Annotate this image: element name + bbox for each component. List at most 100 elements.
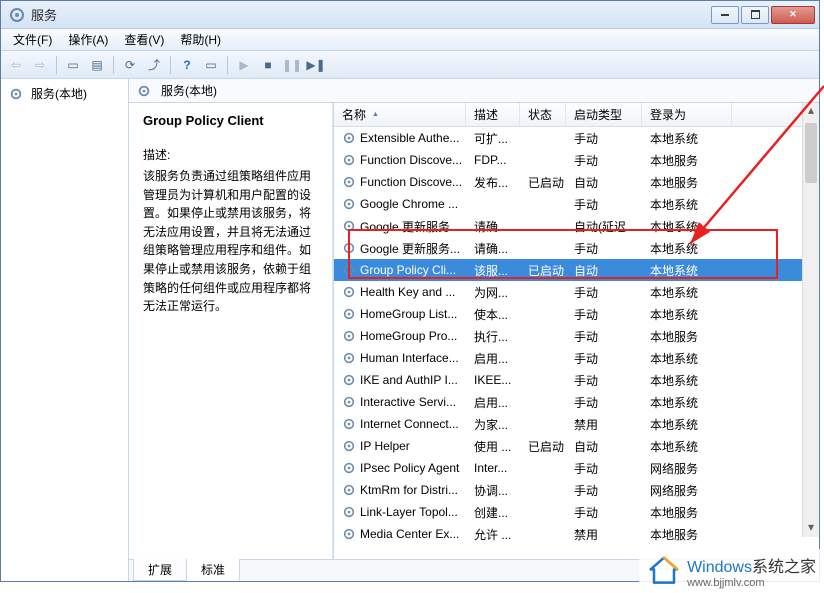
gear-icon: [342, 131, 356, 145]
table-row[interactable]: Function Discove...发布...已启动自动本地服务: [334, 171, 819, 193]
maximize-button[interactable]: [741, 6, 769, 24]
cell-desc: 请确...: [466, 218, 520, 235]
window-title: 服务: [31, 5, 711, 24]
cell-name: HomeGroup List...: [334, 307, 466, 321]
table-row[interactable]: IKE and AuthIP I...IKEE...手动本地系统: [334, 369, 819, 391]
restart-button[interactable]: ▶❚: [305, 54, 327, 76]
cell-desc: Inter...: [466, 461, 520, 475]
export-button[interactable]: ⤴: [143, 54, 165, 76]
table-row[interactable]: Function Discove...FDP...手动本地服务: [334, 149, 819, 171]
table-row[interactable]: IPsec Policy AgentInter...手动网络服务: [334, 457, 819, 479]
cell-desc: 启用...: [466, 394, 520, 411]
cell-startup: 禁用: [566, 526, 642, 543]
cell-desc: FDP...: [466, 153, 520, 167]
start-button[interactable]: ▶: [233, 54, 255, 76]
cell-name: Extensible Authe...: [334, 131, 466, 145]
tree-root[interactable]: 服务(本地): [5, 83, 124, 104]
vertical-scrollbar[interactable]: ▴ ▾: [802, 103, 819, 537]
pause-button[interactable]: ❚❚: [281, 54, 303, 76]
left-pane: 服务(本地): [1, 79, 129, 581]
col-desc[interactable]: 描述: [466, 103, 520, 126]
minimize-button[interactable]: [711, 6, 739, 24]
menu-file[interactable]: 文件(F): [5, 29, 60, 50]
cell-desc: 使本...: [466, 306, 520, 323]
table-row[interactable]: HomeGroup List...使本...手动本地系统: [334, 303, 819, 325]
right-header-label: 服务(本地): [161, 82, 217, 99]
table-row[interactable]: Interactive Servi...启用...手动本地系统: [334, 391, 819, 413]
services-window: 服务 文件(F) 操作(A) 查看(V) 帮助(H) ⇦ ⇨ ▭ ▤ ⟳ ⤴ ?…: [0, 0, 820, 582]
cell-name: Human Interface...: [334, 351, 466, 365]
scroll-up-button[interactable]: ▴: [803, 103, 819, 120]
cell-name: Media Center Ex...: [334, 527, 466, 541]
cell-startup: 手动: [566, 306, 642, 323]
col-logon[interactable]: 登录为: [642, 103, 732, 126]
cell-logon: 本地服务: [642, 174, 732, 191]
forward-button[interactable]: ⇨: [29, 54, 51, 76]
table-row[interactable]: Internet Connect...为家...禁用本地系统: [334, 413, 819, 435]
table-row[interactable]: Extensible Authe...可扩...手动本地系统: [334, 127, 819, 149]
table-row[interactable]: Media Center Ex...允许 ... 禁用本地服务: [334, 523, 819, 545]
cell-logon: 本地服务: [642, 328, 732, 345]
menu-view[interactable]: 查看(V): [116, 29, 172, 50]
table-row[interactable]: Group Policy Cli...该服...已启动自动本地系统: [334, 259, 819, 281]
cell-name: Function Discove...: [334, 175, 466, 189]
window-controls: [711, 6, 815, 24]
cell-logon: 本地系统: [642, 416, 732, 433]
cell-startup: 手动: [566, 284, 642, 301]
cell-logon: 本地服务: [642, 526, 732, 543]
scroll-thumb[interactable]: [805, 123, 817, 183]
detail-pane: Group Policy Client 描述: 该服务负责通过组策略组件应用管理…: [129, 103, 333, 559]
back-button[interactable]: ⇦: [5, 54, 27, 76]
close-button[interactable]: [771, 6, 815, 24]
tab-standard[interactable]: 标准: [186, 559, 240, 581]
table-row[interactable]: Google 更新服务...请确...手动本地系统: [334, 237, 819, 259]
col-startup[interactable]: 启动类型: [566, 103, 642, 126]
show-hide-tree-button[interactable]: ▭: [62, 54, 84, 76]
cell-startup: 手动: [566, 394, 642, 411]
cell-logon: 本地系统: [642, 350, 732, 367]
action-button[interactable]: ▭: [200, 54, 222, 76]
cell-startup: 手动: [566, 372, 642, 389]
cell-logon: 本地系统: [642, 372, 732, 389]
stop-button[interactable]: ■: [257, 54, 279, 76]
scroll-down-button[interactable]: ▾: [803, 520, 819, 537]
list-pane: 名称 描述 状态 启动类型 登录为 Extensible Authe...可扩.…: [333, 103, 819, 559]
gear-icon: [342, 241, 356, 255]
cell-desc: 发布...: [466, 174, 520, 191]
cell-status: 已启动: [520, 174, 566, 191]
cell-startup: 手动: [566, 328, 642, 345]
gear-icon: [342, 153, 356, 167]
cell-name: Internet Connect...: [334, 417, 466, 431]
cell-startup: 手动: [566, 350, 642, 367]
cell-startup: 手动: [566, 504, 642, 521]
cell-startup: 自动: [566, 438, 642, 455]
tab-extended[interactable]: 扩展: [133, 559, 187, 581]
gear-icon: [342, 219, 356, 233]
table-row[interactable]: Human Interface...启用...手动本地系统: [334, 347, 819, 369]
gear-icon: [342, 417, 356, 431]
list-header: 名称 描述 状态 启动类型 登录为: [334, 103, 819, 127]
col-status[interactable]: 状态: [520, 103, 566, 126]
gear-icon: [342, 527, 356, 541]
cell-desc: 创建...: [466, 504, 520, 521]
table-row[interactable]: Google 更新服务...请确...自动(延迟...本地系统: [334, 215, 819, 237]
table-row[interactable]: Google Chrome ...手动本地系统: [334, 193, 819, 215]
table-row[interactable]: KtmRm for Distri...协调...手动网络服务: [334, 479, 819, 501]
refresh-button[interactable]: ⟳: [119, 54, 141, 76]
table-row[interactable]: Health Key and ...为网...手动本地系统: [334, 281, 819, 303]
cell-startup: 手动: [566, 152, 642, 169]
gear-icon: [342, 483, 356, 497]
col-name[interactable]: 名称: [334, 103, 466, 126]
cell-desc: 允许 ...: [466, 526, 520, 543]
table-row[interactable]: HomeGroup Pro...执行...手动本地服务: [334, 325, 819, 347]
menu-help[interactable]: 帮助(H): [172, 29, 229, 50]
titlebar: 服务: [1, 1, 819, 29]
menubar: 文件(F) 操作(A) 查看(V) 帮助(H): [1, 29, 819, 51]
cell-startup: 手动: [566, 130, 642, 147]
menu-action[interactable]: 操作(A): [60, 29, 116, 50]
table-row[interactable]: Link-Layer Topol...创建...手动本地服务: [334, 501, 819, 523]
table-row[interactable]: IP Helper使用 ...已启动自动本地系统: [334, 435, 819, 457]
list-body[interactable]: Extensible Authe...可扩...手动本地系统 Function D…: [334, 127, 819, 559]
help-button[interactable]: ?: [176, 54, 198, 76]
properties-button[interactable]: ▤: [86, 54, 108, 76]
